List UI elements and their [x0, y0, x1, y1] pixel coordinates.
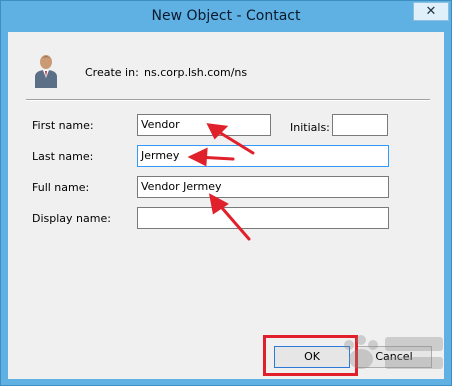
initials-label: Initials: — [290, 121, 330, 134]
dialog-body: Create in: ns.corp.lsh.com/ns First name… — [8, 32, 444, 379]
last-name-label: Last name: — [32, 150, 94, 163]
full-name-field[interactable]: Vendor Jermey — [137, 176, 389, 198]
title-bar: New Object - Contact ✕ — [1, 1, 451, 32]
close-icon: ✕ — [425, 4, 437, 19]
full-name-label: Full name: — [32, 181, 90, 194]
dialog-title: New Object - Contact — [151, 8, 301, 24]
display-name-field[interactable] — [137, 207, 389, 229]
display-name-label: Display name: — [32, 212, 111, 225]
header-separator — [26, 99, 430, 101]
create-in-path: ns.corp.lsh.com/ns — [144, 66, 248, 79]
new-contact-dialog: New Object - Contact ✕ Create in: ns.cor… — [0, 0, 452, 386]
watermark-logo — [344, 335, 443, 369]
contact-person-icon — [35, 55, 57, 88]
last-name-field[interactable]: Jermey — [137, 145, 389, 167]
create-in-label: Create in: — [85, 66, 139, 79]
close-button[interactable]: ✕ — [413, 2, 449, 21]
first-name-field[interactable]: Vendor — [137, 114, 271, 136]
initials-field[interactable] — [332, 114, 388, 136]
first-name-label: First name: — [32, 119, 94, 132]
